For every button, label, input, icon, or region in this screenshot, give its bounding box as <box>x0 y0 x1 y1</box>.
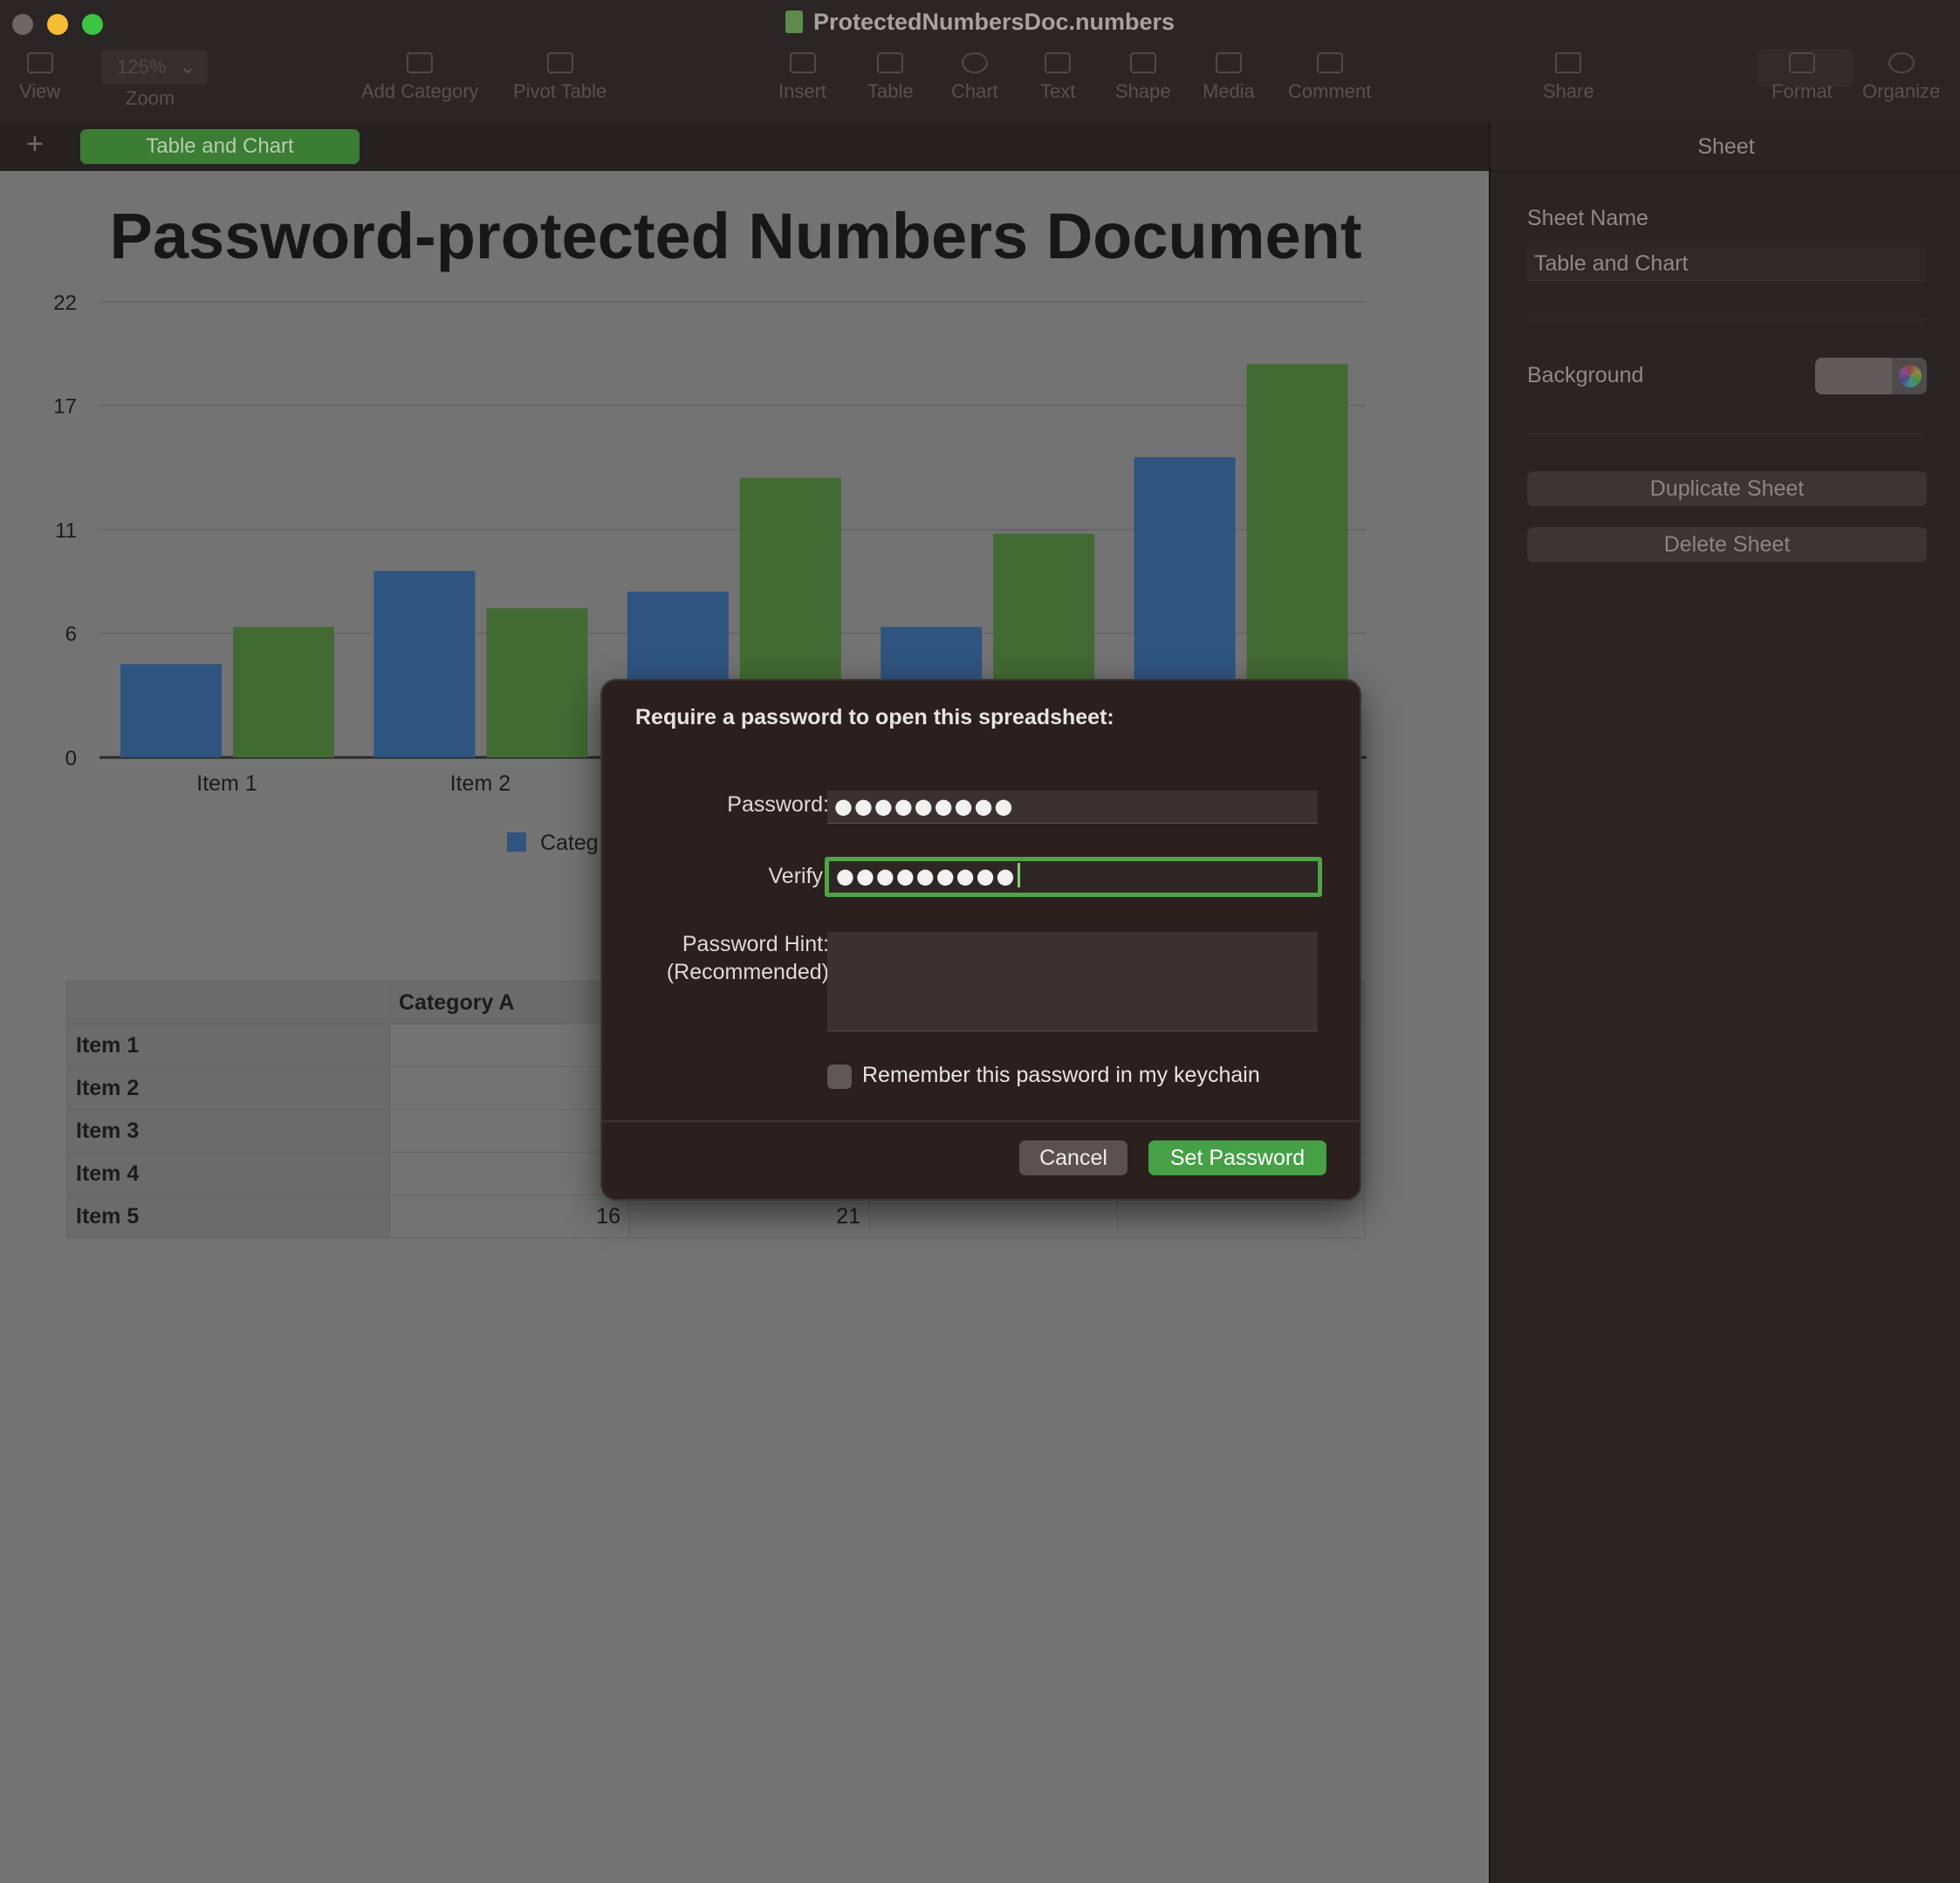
row-header-cell[interactable]: Item 1 <box>66 1024 390 1067</box>
zoom-label: Zoom <box>126 87 175 109</box>
share-icon <box>1555 52 1582 73</box>
table-header-cell[interactable] <box>66 981 390 1024</box>
y-tick-label: 17 <box>53 395 77 419</box>
insert-button[interactable]: Insert <box>778 52 826 103</box>
table-cell[interactable]: 16 <box>389 1195 630 1238</box>
document-heading[interactable]: Password-protected Numbers Document <box>0 199 1471 273</box>
row-header-cell[interactable]: Item 2 <box>66 1066 390 1110</box>
list-icon <box>407 52 434 73</box>
chart-icon <box>961 52 988 73</box>
divider <box>1527 319 1925 321</box>
chevron-down-icon: ⌄ <box>179 56 195 78</box>
cancel-button[interactable]: Cancel <box>1019 1140 1127 1175</box>
password-field[interactable]: ●●●●●●●●● <box>827 791 1318 824</box>
chart-button[interactable]: Chart <box>951 52 998 103</box>
photo-icon <box>1215 52 1242 73</box>
color-swatch <box>1815 358 1892 394</box>
y-tick-label: 0 <box>65 747 77 770</box>
pivot-table-button[interactable]: Pivot Table <box>513 52 607 103</box>
table-cell[interactable] <box>869 1195 1118 1238</box>
verify-label: Verify: <box>768 864 829 888</box>
keychain-checkbox[interactable] <box>827 1065 852 1089</box>
table-cell[interactable] <box>389 1024 630 1067</box>
password-dialog: Require a password to open this spreadsh… <box>600 679 1361 1201</box>
table-cell[interactable] <box>389 1152 630 1195</box>
comment-icon <box>1316 52 1343 73</box>
media-button[interactable]: Media <box>1203 52 1255 103</box>
comment-button[interactable]: Comment <box>1288 52 1371 103</box>
text-box-icon <box>1045 52 1072 73</box>
bar <box>373 571 476 757</box>
organize-button[interactable]: Organize <box>1862 52 1940 103</box>
table-cell[interactable] <box>389 1109 630 1153</box>
text-button[interactable]: Text <box>1040 52 1075 103</box>
window-title: ProtectedNumbersDoc.numbers <box>0 9 1960 36</box>
sheet-name-field[interactable]: Table and Chart <box>1527 246 1925 281</box>
x-tick-label: Item 2 <box>450 771 511 796</box>
insert-icon <box>789 52 816 73</box>
bar <box>120 664 222 757</box>
password-hint-field[interactable] <box>827 932 1318 1031</box>
background-label: Background <box>1527 363 1644 387</box>
tab-sheet[interactable]: Sheet <box>1491 122 1960 173</box>
organize-icon <box>1888 52 1915 73</box>
color-wheel-icon <box>1899 365 1922 387</box>
bar <box>233 627 334 757</box>
row-header-cell[interactable]: Item 3 <box>66 1109 390 1153</box>
y-tick-label: 11 <box>55 519 77 543</box>
text-caret <box>1018 863 1021 887</box>
y-tick-label: 6 <box>65 623 77 647</box>
set-password-button[interactable]: Set Password <box>1148 1140 1326 1175</box>
toolbar: ProtectedNumbersDoc.numbers View 125% ⌄ … <box>0 0 1960 124</box>
legend-label: Categ <box>540 831 599 855</box>
row-header-cell[interactable]: Item 5 <box>66 1195 390 1238</box>
shape-button[interactable]: Shape <box>1115 52 1171 103</box>
password-hint-label: Password Hint: (Recommended) <box>666 932 829 984</box>
sheet-tab-bar: + Table and Chart <box>0 122 1489 171</box>
legend-swatch <box>507 832 526 852</box>
add-category-button[interactable]: Add Category <box>361 52 479 103</box>
keychain-checkbox-label[interactable]: Remember this password in my keychain <box>862 1063 1260 1088</box>
y-tick-label: 22 <box>53 291 77 315</box>
view-button[interactable]: View <box>19 52 60 103</box>
inspector-panel: Sheet Sheet Name Table and Chart Backgro… <box>1489 122 1960 1883</box>
divider <box>1527 433 1925 435</box>
tab-table-and-chart[interactable]: Table and Chart <box>80 129 360 164</box>
paintbrush-icon <box>1788 52 1815 73</box>
password-label: Password: <box>727 792 829 817</box>
table-icon <box>877 52 904 73</box>
shape-icon <box>1129 52 1156 73</box>
table-cell[interactable] <box>1116 1195 1365 1238</box>
table-cell[interactable]: 21 <box>629 1195 870 1238</box>
background-color-well[interactable] <box>1815 358 1927 394</box>
row-header-cell[interactable]: Item 4 <box>66 1152 390 1195</box>
dialog-title: Require a password to open this spreadsh… <box>635 705 1114 729</box>
table-button[interactable]: Table <box>867 52 914 103</box>
duplicate-sheet-button[interactable]: Duplicate Sheet <box>1527 471 1927 506</box>
sheet-name-label: Sheet Name <box>1527 206 1648 230</box>
bar <box>486 608 588 757</box>
table-row: Item 5 16 21 <box>66 1195 1365 1238</box>
table-cell[interactable] <box>389 1066 630 1110</box>
verify-field[interactable]: ●●●●●●●●● <box>825 857 1322 897</box>
pivot-table-icon <box>546 52 573 73</box>
share-button[interactable]: Share <box>1543 52 1594 103</box>
table-header-cell[interactable]: Category A <box>389 981 630 1024</box>
sidebar-icon <box>26 52 53 73</box>
format-button[interactable]: Format <box>1772 52 1833 103</box>
x-tick-label: Item 1 <box>196 771 257 796</box>
divider <box>602 1120 1360 1122</box>
numbers-document-icon <box>785 10 803 33</box>
zoom-select[interactable]: 125% ⌄ <box>101 50 208 85</box>
add-sheet-button[interactable]: + <box>26 127 44 161</box>
numbers-window: ProtectedNumbersDoc.numbers View 125% ⌄ … <box>0 0 1960 1883</box>
delete-sheet-button[interactable]: Delete Sheet <box>1527 527 1927 562</box>
